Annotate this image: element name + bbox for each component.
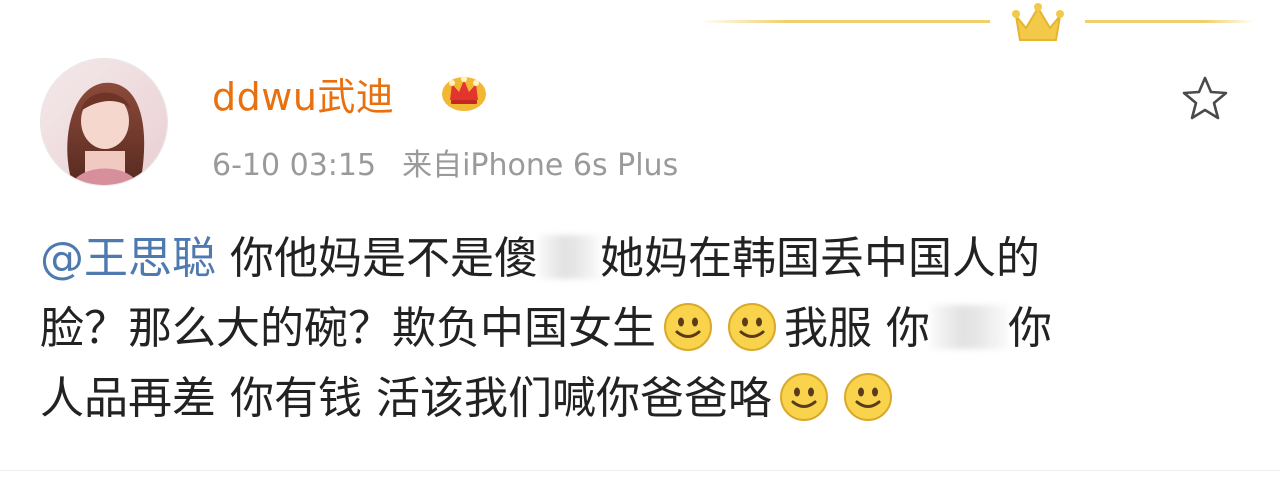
- weibo-post-card: ddwu武迪 6-10 03:15 来自iPhone 6s Plus @王思聪 你他…: [0, 0, 1280, 478]
- text-segment: 人品再差 你有钱 活该我们喊你爸爸咯: [40, 373, 772, 424]
- decorative-gold-line-right: [1085, 20, 1255, 23]
- post-time: 6-10 03:15: [212, 148, 377, 183]
- vip-crown-badge-icon[interactable]: [440, 70, 488, 112]
- blurred-redaction: [930, 305, 1008, 349]
- crown-icon: [1012, 3, 1064, 41]
- post-source[interactable]: 来自iPhone 6s Plus: [402, 148, 678, 183]
- divider: [0, 470, 1280, 471]
- text-segment: 你: [1008, 303, 1052, 354]
- star-icon[interactable]: [1180, 74, 1230, 122]
- decorative-gold-line-left: [700, 20, 990, 23]
- content-line-3: 人品再差 你有钱 活该我们喊你爸爸咯: [40, 364, 1250, 434]
- text-segment: 脸？那么大的碗？欺负中国女生: [40, 303, 656, 354]
- text-segment: 你他妈是不是傻: [230, 233, 538, 284]
- content-line-1: @王思聪 你他妈是不是傻 她妈在韩国丢中国人的: [40, 224, 1250, 294]
- avatar-image: [41, 59, 167, 185]
- smile-emoji-icon: [843, 373, 892, 421]
- smile-emoji-icon: [664, 303, 712, 351]
- text-segment: 她妈在韩国丢中国人的: [600, 233, 1040, 284]
- smile-emoji-icon: [779, 373, 828, 421]
- username[interactable]: ddwu武迪: [212, 66, 394, 121]
- content-line-2: 脸？那么大的碗？欺负中国女生 我服 你 你: [40, 294, 1250, 364]
- smile-emoji-icon: [728, 303, 776, 351]
- text-segment: 我服 你: [784, 303, 930, 354]
- avatar[interactable]: [40, 58, 168, 186]
- blurred-redaction: [538, 235, 600, 279]
- post-meta: 6-10 03:15 来自iPhone 6s Plus: [212, 140, 678, 184]
- mention-link[interactable]: @王思聪: [40, 233, 216, 284]
- post-content: @王思聪 你他妈是不是傻 她妈在韩国丢中国人的 脸？那么大的碗？欺负中国女生 我服 你…: [40, 224, 1250, 434]
